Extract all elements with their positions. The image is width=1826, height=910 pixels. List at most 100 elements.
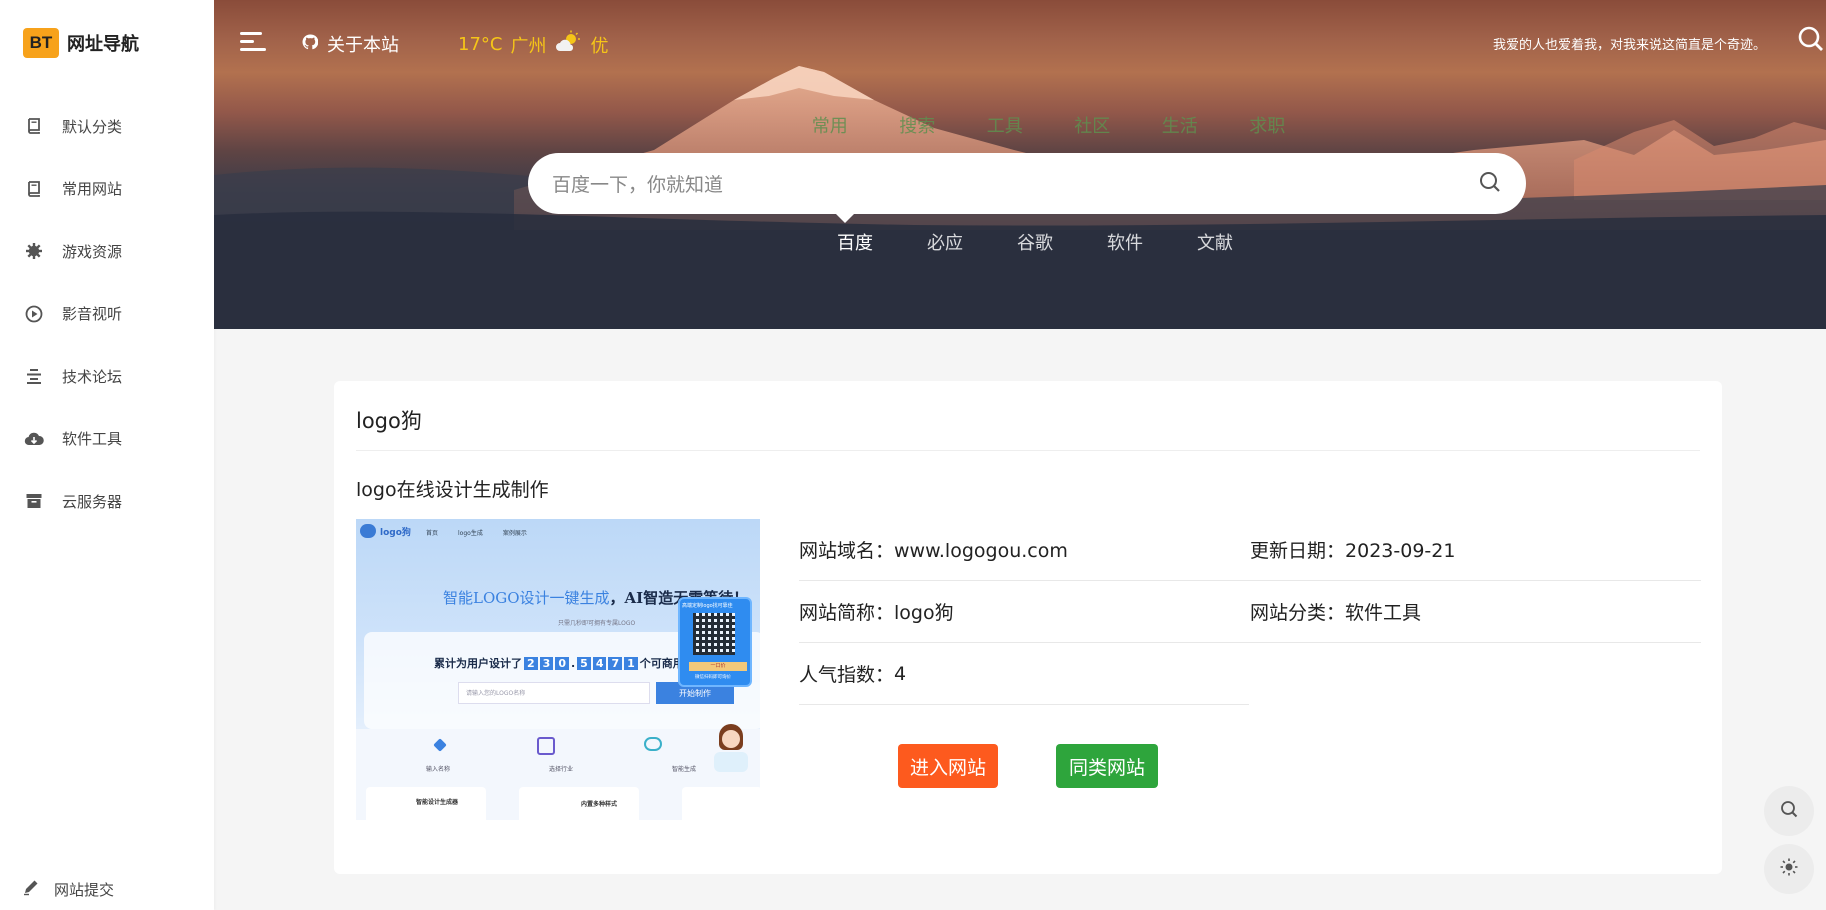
sidebar-item-label: 影音视听 xyxy=(62,305,123,324)
counter-digit: 3 xyxy=(539,656,554,670)
counter-digit: 7 xyxy=(608,656,623,670)
menu-toggle-button[interactable] xyxy=(240,30,266,52)
sidebar-item-games[interactable]: 游戏资源 xyxy=(0,220,214,283)
assistant-avatar-icon xyxy=(714,724,748,772)
tab-jobs[interactable]: 求职 xyxy=(1224,112,1312,138)
theme-toggle-button[interactable] xyxy=(1764,844,1814,894)
engine-software[interactable]: 软件 xyxy=(1080,229,1170,255)
sidebar: BT 网址导航 默认分类 常用网站 游戏资源 影音视听 技术论坛 软件工具 云服… xyxy=(0,0,214,910)
sidebar-item-default[interactable]: 默认分类 xyxy=(0,95,214,158)
search-placeholder: 百度一下，你就知道 xyxy=(552,174,724,196)
domain-value: www.logogou.com xyxy=(894,540,1068,562)
sidebar-item-label: 常用网站 xyxy=(62,180,123,199)
sidebar-item-cloud[interactable]: 云服务器 xyxy=(0,470,214,533)
menu-icon-bar xyxy=(240,48,266,51)
engine-google[interactable]: 谷歌 xyxy=(990,229,1080,255)
search-icon xyxy=(1796,26,1826,58)
divider xyxy=(356,450,1700,451)
brand-logo: BT xyxy=(23,28,59,58)
engine-papers[interactable]: 文献 xyxy=(1170,229,1260,255)
grid-step-icon xyxy=(537,737,555,755)
site-description: logo在线设计生成制作 xyxy=(356,479,549,501)
preview-step: 选择行业 xyxy=(548,766,573,773)
motto-text: 我爱的人也爱着我，对我来说这简直是个奇迹。 xyxy=(1492,38,1766,53)
tab-community[interactable]: 社区 xyxy=(1049,112,1137,138)
float-search-button[interactable] xyxy=(1764,786,1814,836)
tab-life[interactable]: 生活 xyxy=(1136,112,1224,138)
preview-headline: 智能LOGO设计一键生成 xyxy=(443,589,610,607)
about-label: 关于本站 xyxy=(327,35,399,56)
engine-bing[interactable]: 必应 xyxy=(900,229,990,255)
site-title: logo狗 xyxy=(356,409,422,433)
sun-icon xyxy=(1779,857,1799,881)
search-input[interactable]: 百度一下，你就知道 xyxy=(528,153,1526,214)
sidebar-item-label: 技术论坛 xyxy=(62,367,123,386)
tab-search[interactable]: 搜索 xyxy=(874,112,962,138)
pencil-icon xyxy=(22,878,40,900)
category-value: 软件工具 xyxy=(1345,602,1422,624)
air-quality: 优 xyxy=(590,35,609,57)
archive-icon xyxy=(24,491,44,511)
site-screenshot: logo狗 首页 logo生成 案例展示 智能LOGO设计一键生成，AI智造无需… xyxy=(356,519,760,820)
cloud-download-icon xyxy=(24,429,44,449)
active-engine-caret xyxy=(836,214,854,223)
popularity-value: 4 xyxy=(894,662,907,685)
sidebar-nav: 默认分类 常用网站 游戏资源 影音视听 技术论坛 软件工具 云服务器 xyxy=(0,95,214,533)
qr-code-icon xyxy=(693,613,735,655)
preview-step: 智能生成 xyxy=(671,766,696,773)
counter-digit: . xyxy=(570,656,576,670)
about-link[interactable]: 关于本站 xyxy=(302,31,399,57)
preview-qr-title: 高端定制logo找可靠佳 xyxy=(682,603,733,609)
logo-dog-icon xyxy=(360,524,376,538)
site-detail-card: logo狗 logo在线设计生成制作 logo狗 首页 logo生成 案例展示 … xyxy=(334,381,1722,874)
engine-baidu[interactable]: 百度 xyxy=(810,229,900,255)
counter-digit: 2 xyxy=(524,656,538,670)
preview-counter-prefix: 累计为用户设计了 xyxy=(434,657,522,670)
sidebar-item-media[interactable]: 影音视听 xyxy=(0,283,214,346)
popularity-label: 人气指数： xyxy=(799,664,895,686)
counter-digit: 5 xyxy=(577,656,591,670)
gear-icon xyxy=(24,241,44,261)
tab-tools[interactable]: 工具 xyxy=(961,112,1049,138)
domain-label: 网站域名： xyxy=(799,540,895,562)
counter-digit: 1 xyxy=(624,656,638,670)
sidebar-item-label: 游戏资源 xyxy=(62,242,123,261)
short-value: logo狗 xyxy=(894,602,954,624)
sidebar-item-forum[interactable]: 技术论坛 xyxy=(0,345,214,408)
tab-common[interactable]: 常用 xyxy=(786,112,874,138)
sidebar-item-label: 云服务器 xyxy=(62,492,123,511)
short-label: 网站简称： xyxy=(799,602,895,624)
search-category-tabs: 常用 搜索 工具 社区 生活 求职 xyxy=(786,112,1311,138)
preview-feature: 智能设计生成器 xyxy=(416,799,459,806)
weather-temp: 17°C xyxy=(458,34,503,55)
brand-name: 网址导航 xyxy=(67,34,139,55)
preview-qr-button: 一口价 xyxy=(689,662,747,671)
sidebar-item-common[interactable]: 常用网站 xyxy=(0,158,214,221)
submit-site-link[interactable]: 网站提交 xyxy=(22,878,114,900)
header-search-button[interactable] xyxy=(1796,24,1826,54)
enter-site-button[interactable]: 进入网站 xyxy=(898,744,998,788)
book-icon xyxy=(24,179,44,199)
preview-nav-item: 案例展示 xyxy=(502,530,527,537)
preview-logo-text: logo狗 xyxy=(380,527,411,538)
partly-cloudy-icon xyxy=(554,30,582,59)
sidebar-item-software[interactable]: 软件工具 xyxy=(0,408,214,471)
updated-value: 2023-09-21 xyxy=(1345,540,1456,562)
short-row: 网站简称：logo狗 网站分类：软件工具 xyxy=(799,581,1701,643)
popularity-row: 人气指数： 4 xyxy=(799,643,1249,705)
search-submit-icon[interactable] xyxy=(1478,170,1502,198)
weather-widget[interactable]: 17°C 广州 优 xyxy=(458,30,608,59)
submit-label: 网站提交 xyxy=(54,880,115,899)
category-label: 网站分类： xyxy=(1250,602,1346,624)
brand[interactable]: BT 网址导航 xyxy=(23,28,139,58)
sidebar-item-label: 软件工具 xyxy=(62,430,123,449)
preview-step: 输入名称 xyxy=(426,766,451,773)
search-icon xyxy=(1779,799,1799,823)
similar-sites-button[interactable]: 同类网站 xyxy=(1056,744,1158,788)
hero-header: 关于本站 17°C 广州 优 我爱的人也爱着我，对我来说这简直是个奇迹。 常用 … xyxy=(214,0,1826,329)
play-icon xyxy=(24,304,44,324)
cloud-step-icon xyxy=(644,737,662,751)
weather-city: 广州 xyxy=(510,35,547,57)
preview-qr-note: 微信扫码即可询价 xyxy=(695,675,731,680)
preview-nav-item: logo生成 xyxy=(458,530,483,537)
